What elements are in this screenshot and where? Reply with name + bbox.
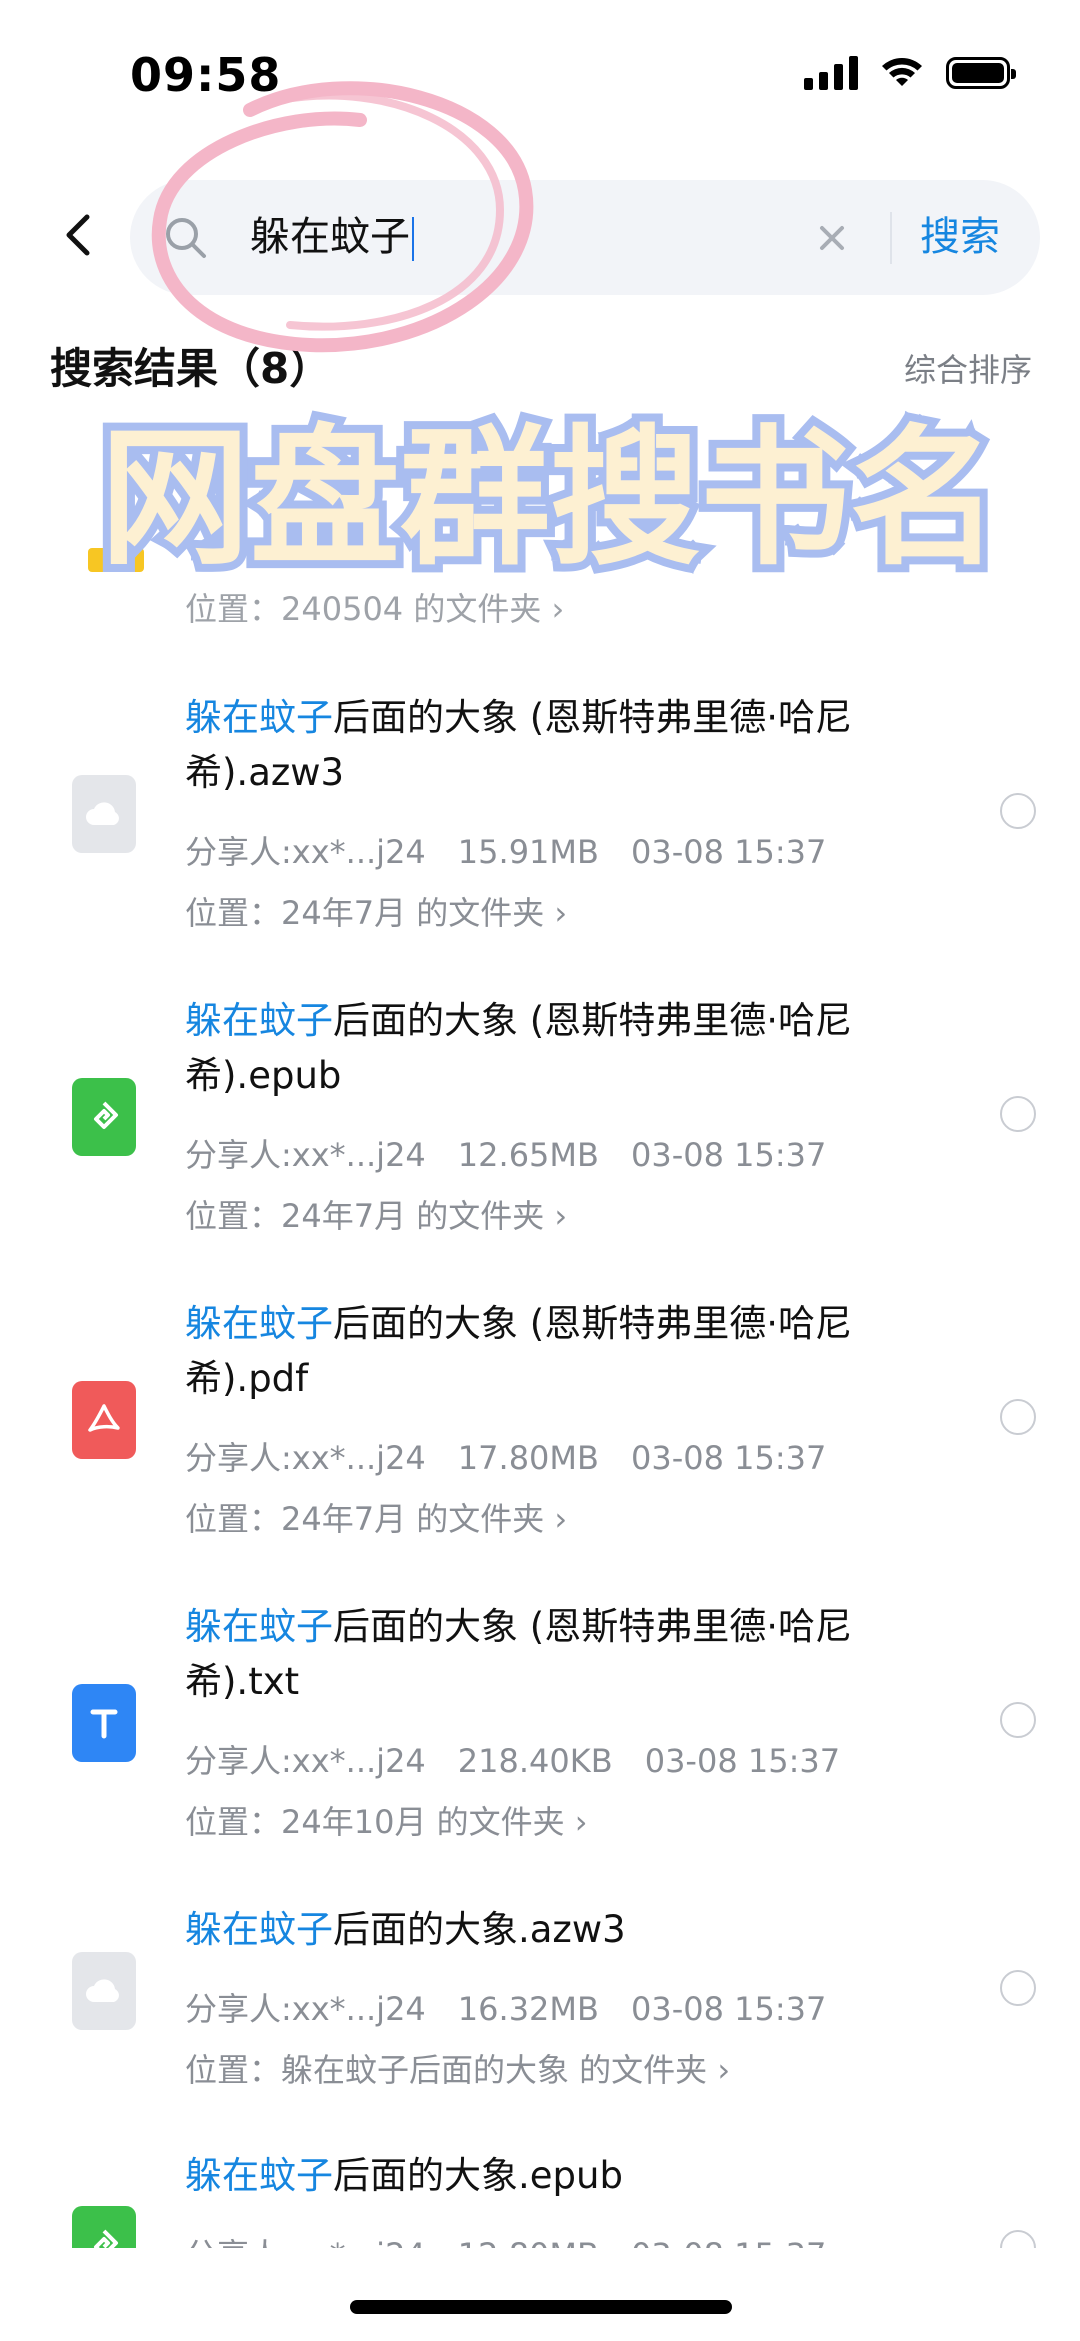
list-item[interactable]: 躲在蚊子后面的大象.azw3 分享人:xx*...j24 16.32MB 03-08… xyxy=(0,1902,1080,2122)
file-location[interactable]: 位置：躲在蚊子后面的大象 的文件夹 › xyxy=(185,2045,730,2091)
select-radio[interactable] xyxy=(1000,1970,1036,2006)
list-item[interactable]: 躲在蚊子后面的大象 (恩斯特弗里德·哈尼希).azw3 分享人:xx*...j2… xyxy=(0,690,1080,970)
select-radio[interactable] xyxy=(1000,793,1036,829)
chevron-left-icon xyxy=(66,214,90,256)
file-size: 17.80MB xyxy=(457,1439,599,1477)
file-title: 躲在蚊子后面的大象 (恩斯特弗里德·哈尼希).txt xyxy=(185,1599,905,1709)
select-radio[interactable] xyxy=(1000,1096,1036,1132)
cellular-signal-icon xyxy=(804,56,858,90)
sort-button[interactable]: 综合排序 xyxy=(904,345,1032,391)
list-item[interactable]: 躲在蚊子后面的大象 (恩斯特弗里德·哈尼希).pdf 分享人:xx*...j24… xyxy=(0,1296,1080,1576)
select-radio[interactable] xyxy=(1000,1399,1036,1435)
file-title-highlight: 躲在蚊子 xyxy=(185,1908,333,1951)
file-title-rest: 后面的大象.epub xyxy=(333,2154,623,2197)
file-location[interactable]: 位置：24年7月 的文件夹 › xyxy=(185,1494,567,1540)
file-title-highlight: 躲在蚊子 xyxy=(185,1605,333,1648)
close-icon xyxy=(820,226,844,250)
file-title-rest: 后面的大象.azw3 xyxy=(333,1908,626,1951)
pink-scribble-circle xyxy=(151,81,534,353)
list-item[interactable]: 躲在蚊子后面的大象 (恩斯特弗里德·哈尼希).epub 分享人:xx*...j2… xyxy=(0,993,1080,1273)
file-size: 16.32MB xyxy=(457,1990,599,2028)
file-time: 03-08 15:37 xyxy=(630,1990,827,2028)
file-meta: 分享人:xx*...j24 12.80MB 03-08 15:37 xyxy=(185,2230,826,2248)
file-meta: 分享人:xx*...j24 12.65MB 03-08 15:37 xyxy=(185,1130,826,1176)
file-size: 15.91MB xyxy=(457,833,599,871)
back-button[interactable] xyxy=(48,205,108,265)
file-title: 躲在蚊子后面的大象.azw3 xyxy=(185,1902,905,1957)
file-sharer: 分享人:xx*...j24 xyxy=(185,1136,426,1174)
file-sharer: 分享人:xx*...j24 xyxy=(185,1742,426,1780)
file-size: 12.65MB xyxy=(457,1136,599,1174)
search-divider xyxy=(890,212,892,264)
txt-file-icon xyxy=(72,1684,136,1762)
file-location[interactable]: 位置：24年7月 的文件夹 › xyxy=(185,1191,567,1237)
list-item[interactable]: 躲在蚊子后面的大象.epub 分享人:xx*...j24 12.80MB 03-08… xyxy=(0,2148,1080,2248)
file-title: 躲在蚊子后面的大象.epub xyxy=(185,2148,905,2203)
file-sharer: 分享人:xx*...j24 xyxy=(185,2236,426,2248)
file-size: 218.40KB xyxy=(457,1742,613,1780)
watermark: 网盘群搜书名 xyxy=(92,404,1008,594)
epub-file-icon xyxy=(72,2206,136,2248)
list-item[interactable]: 躲在蚊子后面的大象 (恩斯特弗里德·哈尼希).txt 分享人:xx*...j24… xyxy=(0,1599,1080,1879)
file-title: 躲在蚊子后面的大象 (恩斯特弗里德·哈尼希).pdf xyxy=(185,1296,905,1406)
file-sharer: 分享人:xx*...j24 xyxy=(185,1439,426,1477)
clear-icon[interactable] xyxy=(810,216,854,260)
file-time: 03-08 15:37 xyxy=(644,1742,841,1780)
pdf-file-icon xyxy=(72,1381,136,1459)
epub-file-icon xyxy=(72,1078,136,1156)
file-meta: 分享人:xx*...j24 218.40KB 03-08 15:37 xyxy=(185,1736,840,1782)
battery-icon xyxy=(946,57,1016,89)
file-title: 躲在蚊子后面的大象 (恩斯特弗里德·哈尼希).epub xyxy=(185,993,905,1103)
cloud-file-icon xyxy=(72,775,136,853)
watermark-text: 网盘群搜书名 xyxy=(100,412,1000,586)
select-radio[interactable] xyxy=(1000,2230,1036,2248)
select-radio[interactable] xyxy=(1000,1702,1036,1738)
file-title: 躲在蚊子后面的大象 (恩斯特弗里德·哈尼希).azw3 xyxy=(185,690,905,800)
file-title-highlight: 躲在蚊子 xyxy=(185,999,333,1042)
wifi-icon xyxy=(882,58,922,86)
file-time: 03-08 15:37 xyxy=(631,2236,826,2248)
file-meta: 分享人:xx*...j24 17.80MB 03-08 15:37 xyxy=(185,1433,826,1479)
file-time: 03-08 15:37 xyxy=(630,1439,827,1477)
file-location[interactable]: 位置：24年7月 的文件夹 › xyxy=(185,888,567,934)
file-size: 12.80MB xyxy=(458,2236,599,2248)
file-sharer: 分享人:xx*...j24 xyxy=(185,833,426,871)
search-button[interactable]: 搜索 xyxy=(920,180,1000,295)
file-title-highlight: 躲在蚊子 xyxy=(185,2154,333,2197)
file-meta: 分享人:xx*...j24 15.91MB 03-08 15:37 xyxy=(185,827,826,873)
file-location[interactable]: 位置：24年10月 的文件夹 › xyxy=(185,1797,588,1843)
cloud-file-icon xyxy=(72,1952,136,2030)
status-icons xyxy=(804,56,1016,90)
file-title-highlight: 躲在蚊子 xyxy=(185,696,333,739)
file-sharer: 分享人:xx*...j24 xyxy=(185,1990,426,2028)
home-indicator[interactable] xyxy=(350,2300,732,2314)
file-title-highlight: 躲在蚊子 xyxy=(185,1302,333,1345)
file-time: 03-08 15:37 xyxy=(630,1136,827,1174)
file-meta: 分享人:xx*...j24 16.32MB 03-08 15:37 xyxy=(185,1984,826,2030)
file-time: 03-08 15:37 xyxy=(630,833,827,871)
